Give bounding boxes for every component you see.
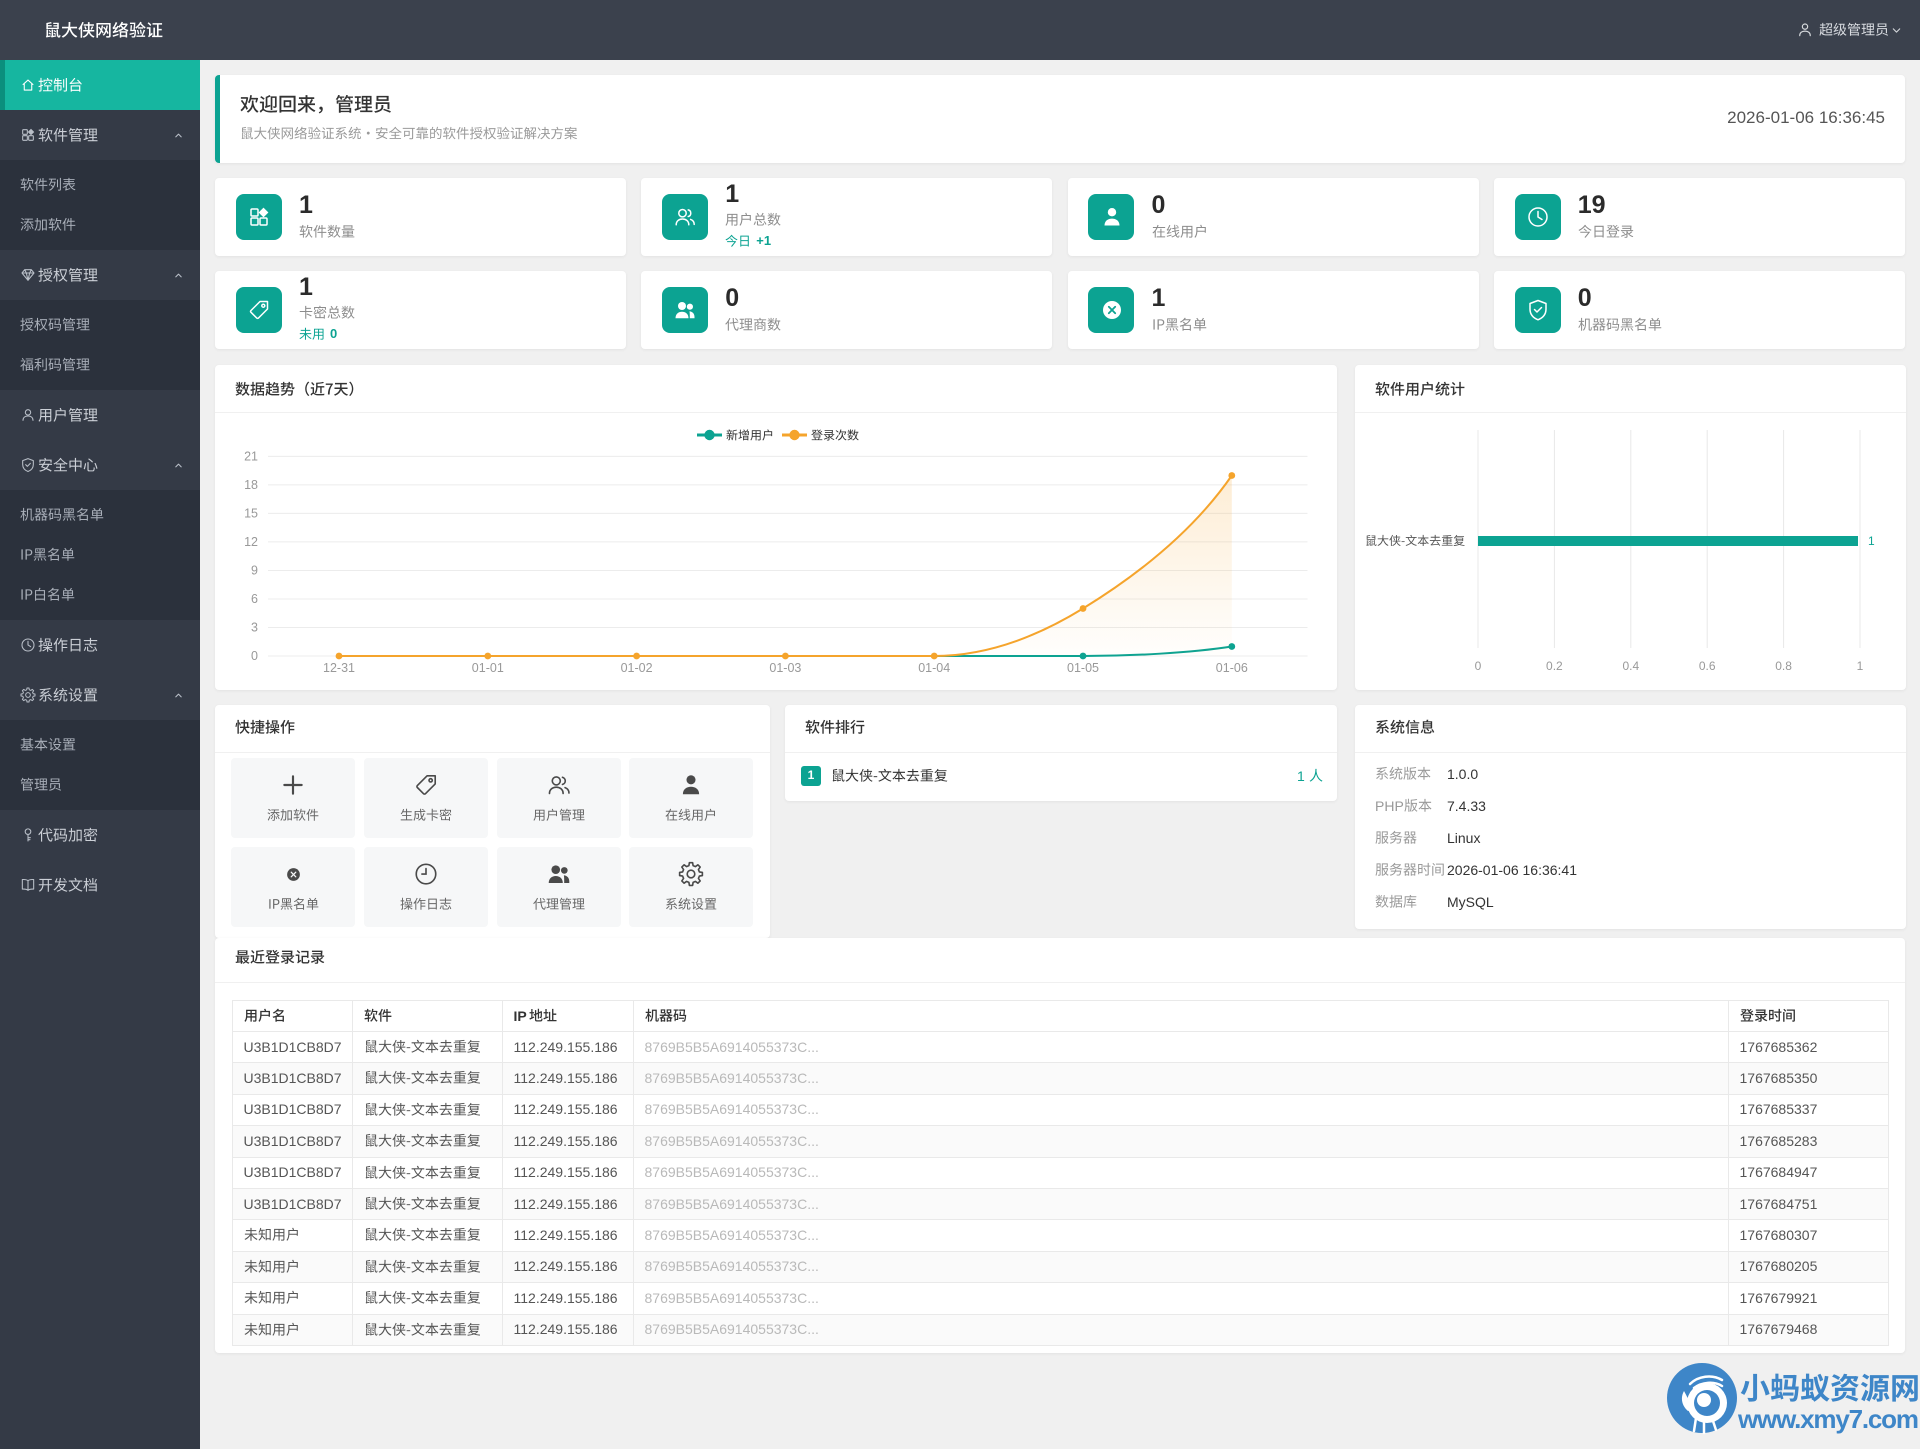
svg-text:1: 1: [1857, 659, 1864, 673]
svg-text:01-02: 01-02: [621, 661, 653, 675]
svg-text:0.6: 0.6: [1699, 659, 1716, 673]
svg-text:0: 0: [251, 649, 258, 663]
svg-text:15: 15: [244, 506, 258, 520]
svg-text:www.xmy7.com: www.xmy7.com: [1737, 1404, 1919, 1434]
svg-text:18: 18: [244, 478, 258, 492]
svg-text:01-01: 01-01: [472, 661, 504, 675]
svg-text:3: 3: [251, 621, 258, 635]
svg-text:12: 12: [244, 535, 258, 549]
svg-text:0.4: 0.4: [1622, 659, 1639, 673]
svg-text:0.8: 0.8: [1775, 659, 1792, 673]
svg-text:12-31: 12-31: [323, 661, 355, 675]
svg-text:9: 9: [251, 564, 258, 578]
svg-text:01-03: 01-03: [769, 661, 801, 675]
svg-text:01-06: 01-06: [1216, 661, 1248, 675]
svg-text:0: 0: [1475, 659, 1482, 673]
svg-text:1: 1: [1868, 534, 1875, 548]
svg-text:21: 21: [244, 449, 258, 463]
svg-text:6: 6: [251, 592, 258, 606]
svg-text:01-04: 01-04: [918, 661, 950, 675]
svg-text:01-05: 01-05: [1067, 661, 1099, 675]
svg-text:0.2: 0.2: [1546, 659, 1563, 673]
